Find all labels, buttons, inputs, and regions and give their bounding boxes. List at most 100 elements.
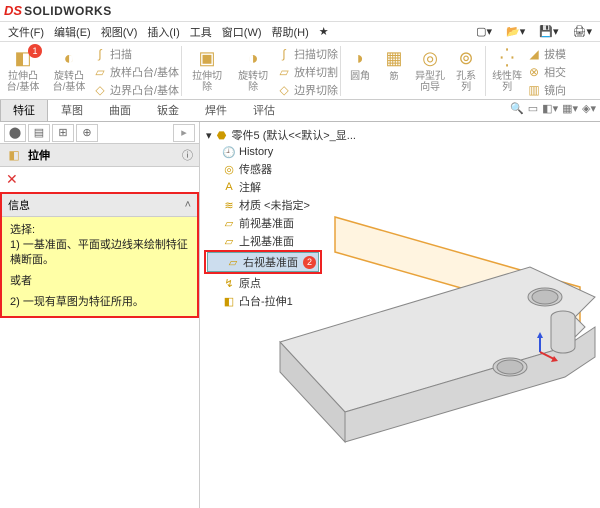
draft-button[interactable]: ◢拔模 — [526, 46, 566, 62]
cut-revolve-icon: ◑ — [241, 46, 265, 70]
sweep-button[interactable]: ∫扫描 — [92, 46, 179, 62]
tab-surface[interactable]: 曲面 — [96, 98, 144, 121]
cut-sweep-button[interactable]: ∫扫描切除 — [276, 46, 338, 62]
cut-extrude-button[interactable]: ▣ 拉伸切 除 — [184, 44, 230, 95]
section-view-icon[interactable]: ▦▾ — [562, 102, 578, 115]
pm-title: 拉伸 — [28, 147, 50, 163]
info-or: 或者 — [10, 274, 189, 289]
rib-label: 筋 — [390, 71, 399, 82]
cut-loft-button[interactable]: ▱放样切割 — [276, 64, 338, 80]
mirror-icon: ▥ — [526, 82, 542, 98]
logo-sw: SOLIDWORKS — [24, 4, 112, 18]
logo-ds: DS — [4, 3, 22, 18]
revolve-label: 旋转凸 台/基体 — [53, 71, 86, 93]
zoom-fit-icon[interactable]: 🔍 — [510, 102, 524, 115]
sweep-icon: ∫ — [92, 46, 108, 62]
tab-weldment[interactable]: 焊件 — [192, 98, 240, 121]
intersect-button[interactable]: ⊗相交 — [526, 64, 566, 80]
pm-close-button[interactable]: ✕ — [0, 167, 199, 192]
dim-tab-icon[interactable]: ⊕ — [76, 124, 98, 142]
print-icon[interactable]: 🖨▾ — [569, 24, 597, 39]
new-icon[interactable]: ▢▾ — [472, 24, 496, 39]
tab-sketch[interactable]: 草图 — [48, 98, 96, 121]
fillet-label: 圆角 — [350, 71, 370, 82]
draft-label: 拔模 — [544, 46, 566, 62]
hole-series-label: 孔系 列 — [456, 71, 476, 93]
view-orientation-icon[interactable]: ◈▾ — [582, 102, 596, 115]
loft-icon: ▱ — [92, 64, 108, 80]
revolve-icon: ◐ — [57, 46, 81, 70]
tab-feature[interactable]: 特征 — [0, 98, 48, 121]
property-tab-icon[interactable]: ▤ — [28, 124, 50, 142]
hole-wizard-button[interactable]: ◎异型孔 向导 — [411, 44, 449, 95]
menu-star[interactable]: ★ — [315, 24, 333, 39]
info-line1: 1) 一基准面、平面或边线来绘制特征横断面。 — [10, 238, 189, 268]
boundary-button[interactable]: ◇边界凸台/基体 — [92, 82, 179, 98]
open-icon[interactable]: 📂▾ — [502, 24, 529, 39]
callout-badge-1: 1 — [28, 44, 42, 58]
lpattern-icon: ⁛ — [495, 46, 519, 70]
rib-button[interactable]: ▦筋 — [377, 44, 411, 84]
quick-access-toolbar: ▢▾ 📂▾ 💾▾ 🖨▾ — [472, 24, 596, 39]
cut-extrude-icon: ▣ — [195, 46, 219, 70]
draft-icon: ◢ — [526, 46, 542, 62]
menu-bar: 文件(F) 编辑(E) 视图(V) 插入(I) 工具 窗口(W) 帮助(H) ★… — [0, 22, 600, 42]
menu-tools[interactable]: 工具 — [186, 23, 216, 41]
mirror-button[interactable]: ▥镜向 — [526, 82, 566, 98]
hole-wizard-label: 异型孔 向导 — [415, 71, 445, 93]
cut-revolve-label: 旋转切 除 — [238, 71, 268, 93]
origin-triad — [520, 332, 560, 372]
info-line2: 2) 一现有草图为特征所用。 — [10, 295, 189, 310]
pm-extrude-icon: ◧ — [6, 147, 22, 163]
ribbon: 1 ◧ 拉伸凸 台/基体 ◐ 旋转凸 台/基体 ∫扫描 ▱放样凸台/基体 ◇边界… — [0, 42, 600, 100]
panel-expand-icon[interactable]: ▸ — [173, 124, 195, 142]
save-icon[interactable]: 💾▾ — [535, 24, 562, 39]
chevron-up-icon: ˄ — [185, 199, 191, 211]
cut-sub: ∫扫描切除 ▱放样切割 ◇边界切除 — [276, 44, 338, 98]
title-bar: DS SOLIDWORKS — [0, 0, 600, 22]
lpattern-label: 线性阵 列 — [492, 71, 522, 93]
main-area: ⬤ ▤ ⊞ ⊕ ▸ ◧ 拉伸 ⓘ ✕ 信息 ˄ 选择: 1) 一基准面、平面或边… — [0, 122, 600, 508]
info-header[interactable]: 信息 ˄ — [2, 194, 197, 217]
loft-button[interactable]: ▱放样凸台/基体 — [92, 64, 179, 80]
cut-sweep-icon: ∫ — [276, 46, 292, 62]
tab-evaluate[interactable]: 评估 — [240, 98, 288, 121]
info-highlight-box: 信息 ˄ 选择: 1) 一基准面、平面或边线来绘制特征横断面。 或者 2) 一现… — [0, 192, 199, 318]
info-select-label: 选择: — [10, 223, 189, 238]
menu-window[interactable]: 窗口(W) — [218, 23, 266, 41]
mirror-label: 镜向 — [544, 82, 566, 98]
view-toolbar: 🔍 ▭ ◧▾ ▦▾ ◈▾ — [510, 102, 596, 115]
cut-revolve-button[interactable]: ◑ 旋转切 除 — [230, 44, 276, 95]
cut-boundary-label: 边界切除 — [294, 82, 338, 98]
graphics-area[interactable]: ▾⬣零件5 (默认<<默认>_显... 🕘History ◎传感器 A注解 ≋材… — [200, 122, 600, 508]
fillet-icon: ◗ — [348, 46, 372, 70]
ribbon-sep-1 — [181, 46, 182, 96]
hole-series-button[interactable]: ⊚孔系 列 — [449, 44, 483, 95]
menu-help[interactable]: 帮助(H) — [268, 23, 313, 41]
cut-sweep-label: 扫描切除 — [294, 46, 338, 62]
ribbon-sep-3 — [485, 46, 486, 96]
menu-insert[interactable]: 插入(I) — [143, 23, 183, 41]
lpattern-button[interactable]: ⁛线性阵 列 — [488, 44, 526, 95]
fillet-button[interactable]: ◗圆角 — [343, 44, 377, 84]
sweep-label: 扫描 — [110, 46, 132, 62]
cut-loft-icon: ▱ — [276, 64, 292, 80]
cut-boundary-icon: ◇ — [276, 82, 292, 98]
config-tab-icon[interactable]: ⊞ — [52, 124, 74, 142]
feat-sub: ◢拔模 ⊗相交 ▥镜向 — [526, 44, 566, 98]
feature-tree-tab-icon[interactable]: ⬤ — [4, 124, 26, 142]
menu-edit[interactable]: 编辑(E) — [50, 23, 95, 41]
zoom-area-icon[interactable]: ▭ — [528, 102, 538, 115]
pm-help-icon[interactable]: ⓘ — [182, 147, 193, 163]
cut-boundary-button[interactable]: ◇边界切除 — [276, 82, 338, 98]
intersect-label: 相交 — [544, 64, 566, 80]
app-logo: DS SOLIDWORKS — [4, 3, 112, 18]
info-body: 选择: 1) 一基准面、平面或边线来绘制特征横断面。 或者 2) 一现有草图为特… — [2, 217, 197, 316]
revolve-boss-button[interactable]: ◐ 旋转凸 台/基体 — [46, 44, 92, 95]
boundary-icon: ◇ — [92, 82, 108, 98]
menu-view[interactable]: 视图(V) — [97, 23, 142, 41]
info-header-label: 信息 — [8, 197, 30, 213]
display-style-icon[interactable]: ◧▾ — [542, 102, 558, 115]
tab-sheetmetal[interactable]: 钣金 — [144, 98, 192, 121]
menu-file[interactable]: 文件(F) — [4, 23, 48, 41]
